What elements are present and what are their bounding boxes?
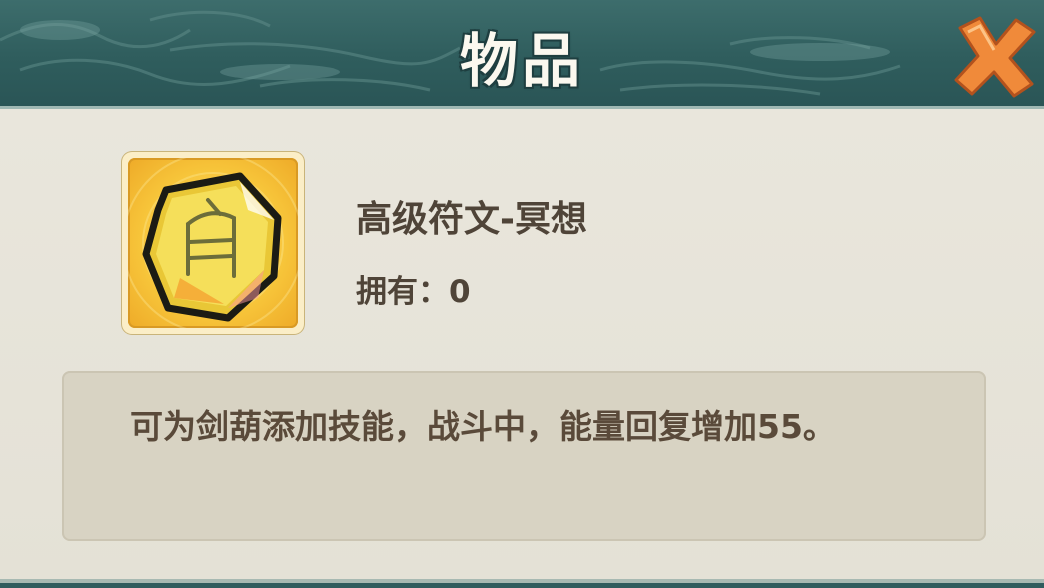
item-dialog: 物品 高级符文-冥想 拥有：0 可为剑葫添加技能，战斗中，能量回复增加55。 (0, 0, 1044, 588)
owned-label: 拥有： (356, 274, 449, 310)
owned-count: 0 (449, 274, 471, 310)
close-button[interactable] (950, 14, 1038, 100)
rune-stone-icon (128, 158, 298, 328)
item-icon-frame (122, 152, 304, 334)
owned-count-row: 拥有：0 (356, 266, 471, 311)
close-x-icon (954, 16, 1036, 98)
dialog-header: 物品 (0, 0, 1044, 106)
description-box: 可为剑葫添加技能，战斗中，能量回复增加55。 (62, 371, 986, 541)
dialog-title: 物品 (459, 27, 584, 95)
item-name: 高级符文-冥想 (356, 199, 587, 240)
item-description: 可为剑葫添加技能，战斗中，能量回复增加55。 (130, 407, 836, 446)
